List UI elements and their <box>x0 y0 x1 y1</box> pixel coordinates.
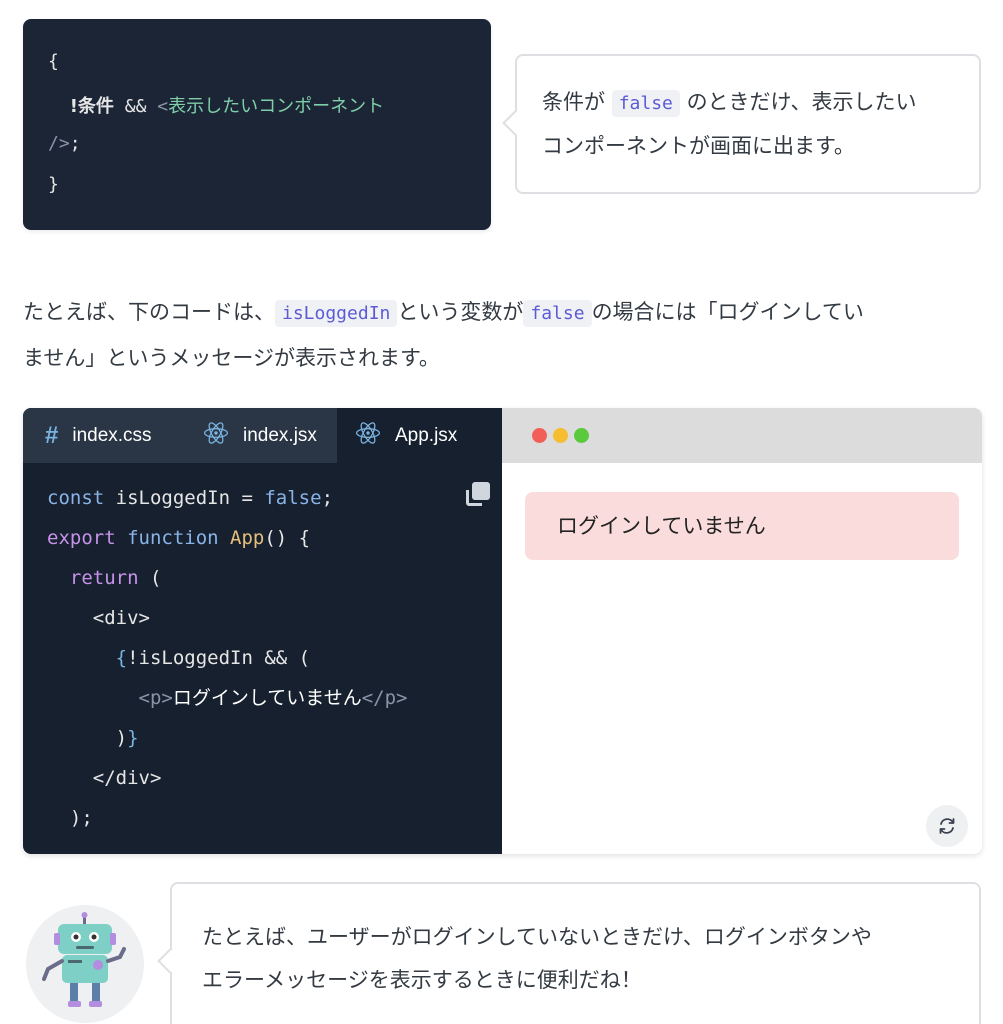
robot-avatar <box>26 905 144 1023</box>
bubble-line: 条件が false のときだけ、表示したい <box>542 81 979 125</box>
tab-index-css[interactable]: # index.css <box>23 408 185 463</box>
code-line: export function App() { <box>47 527 311 549</box>
bubble-line: エラーメッセージを表示するときに便利だね！ <box>202 968 642 992</box>
code-sandbox: # index.css index.jsx App.jsx const isLo… <box>23 408 982 854</box>
robot-speech-bubble: たとえば、ユーザーがログインしていないときだけ、ログインボタンや エラーメッセー… <box>157 882 981 1024</box>
code-line: return ( <box>47 567 162 589</box>
refresh-button[interactable] <box>926 805 968 847</box>
bubble-line: たとえば、ユーザーがログインしていないときだけ、ログインボタンや <box>202 925 872 949</box>
body-paragraph: たとえば、下のコードは、 isLoggedIn という変数が false の場合には「ロ… <box>23 300 864 370</box>
code-line: <p>ログインしていません</p> <box>138 687 408 709</box>
maximize-dot-icon <box>574 428 589 443</box>
code-line: } <box>48 174 59 195</box>
react-icon <box>355 420 381 452</box>
bubble-arrow <box>502 110 528 136</box>
inline-code: isLoggedIn <box>275 300 398 327</box>
code-line: <div> <box>47 607 150 629</box>
conditional-syntax-code-block: { !条件 && <表示したいコンポーネント />; } <box>23 19 491 230</box>
inline-code: false <box>523 300 592 327</box>
code-line: const isLoggedIn = false; <box>47 487 334 509</box>
explanation-bubble: 条件が false のときだけ、表示したい コンポーネントが画面に出ます。 <box>502 54 981 194</box>
code-line: { <box>48 51 59 72</box>
code-line: !条件 && <表示したいコンポーネント <box>69 96 385 117</box>
hash-icon: # <box>45 421 59 449</box>
preview-message: ログインしていません <box>525 492 959 560</box>
inline-code: false <box>611 90 680 117</box>
code-editor-pane: # index.css index.jsx App.jsx const isLo… <box>23 408 502 854</box>
tab-app-jsx[interactable]: App.jsx <box>337 408 502 463</box>
code-content[interactable]: const isLoggedIn = false; export functio… <box>47 478 407 838</box>
code-line: </div> <box>47 767 162 789</box>
minimize-dot-icon <box>553 428 568 443</box>
code-line: />; <box>48 133 81 154</box>
code-line: ); <box>47 807 93 829</box>
tab-index-jsx[interactable]: index.jsx <box>185 408 337 463</box>
preview-pane: ログインしていません <box>502 408 982 854</box>
refresh-icon <box>939 818 955 834</box>
copy-icon[interactable] <box>462 480 492 510</box>
react-icon <box>203 420 229 452</box>
code-line: )} <box>115 727 139 749</box>
bubble-arrow <box>157 948 183 974</box>
file-tabs: # index.css index.jsx App.jsx <box>23 408 502 463</box>
close-dot-icon <box>532 428 547 443</box>
preview-window-bar <box>502 408 982 463</box>
code-line: {!isLoggedIn && ( <box>47 647 311 669</box>
bubble-line: コンポーネントが画面に出ます。 <box>542 134 855 158</box>
